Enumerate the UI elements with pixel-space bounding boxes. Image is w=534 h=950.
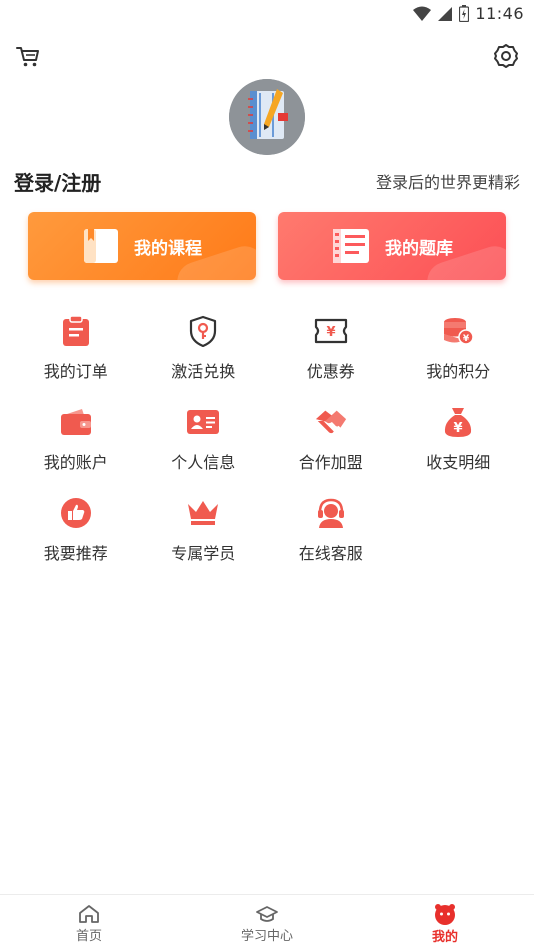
nav-label: 我的 [431,929,458,945]
battery-icon [459,5,470,22]
nav-label: 首页 [75,928,102,944]
clipboard-icon [59,314,93,348]
menu-item-label: 我的账户 [43,453,108,472]
menu-item-label: 合作加盟 [298,453,363,472]
menu-item-partnership[interactable]: 合作加盟 [267,405,395,496]
menu-item-transactions[interactable]: ¥ 收支明细 [395,405,523,496]
menu-grid: 我的订单 激活兑换 ¥ 优惠券 ¥ 我的积分 我的账户 个人信息 合作加盟 ¥ … [12,314,522,587]
status-bar: 11:46 [0,0,534,28]
my-question-bank-label: 我的题库 [385,238,453,259]
my-courses-label: 我的课程 [134,238,202,259]
cell-signal-icon [438,6,453,21]
login-register-link[interactable]: 登录/注册 [14,167,101,196]
menu-item-label: 我的积分 [426,362,491,381]
shield-key-icon [186,314,220,348]
menu-item-exclusive-member[interactable]: 专属学员 [140,496,268,587]
menu-item-label: 收支明细 [426,453,491,472]
menu-item-label: 优惠券 [306,362,355,381]
avatar[interactable] [229,79,305,155]
nav-item-learning-center[interactable]: 学习中心 [178,895,356,950]
cart-button[interactable] [14,42,42,70]
thumbs-up-icon [59,496,93,530]
status-icons: 11:46 [413,4,524,23]
svg-text:¥: ¥ [463,334,470,344]
menu-item-points[interactable]: ¥ 我的积分 [395,314,523,405]
id-card-icon [186,405,220,439]
question-bank-icon [333,229,369,263]
menu-item-label: 我的订单 [43,362,108,381]
mine-face-icon [435,903,455,925]
menu-item-recommend[interactable]: 我要推荐 [12,496,140,587]
menu-item-activate-redeem[interactable]: 激活兑换 [140,314,268,405]
gear-icon [494,44,518,68]
bottom-nav: 首页 学习中心 我的 [0,894,534,950]
svg-text:¥: ¥ [454,421,463,436]
menu-item-label: 在线客服 [298,544,363,563]
menu-item-personal-info[interactable]: 个人信息 [140,405,268,496]
status-time: 11:46 [475,4,524,23]
menu-item-label: 专属学员 [171,544,236,563]
crown-icon [186,496,220,530]
cart-icon [16,47,39,67]
coupon-icon: ¥ [314,314,348,348]
coins-icon: ¥ [441,314,475,348]
nav-item-home[interactable]: 首页 [0,895,178,950]
menu-item-label: 我要推荐 [43,544,108,563]
wallet-icon [59,405,93,439]
menu-item-coupons[interactable]: ¥ 优惠券 [267,314,395,405]
nav-item-mine[interactable]: 我的 [356,895,534,950]
my-question-bank-button[interactable]: 我的题库 [278,212,506,280]
book-icon [84,229,118,263]
login-hint: 登录后的世界更精彩 [375,173,520,192]
login-row: 登录/注册 登录后的世界更精彩 [14,166,520,196]
my-courses-button[interactable]: 我的课程 [28,212,256,280]
handshake-icon [314,405,348,439]
wifi-icon [413,6,432,21]
svg-text:¥: ¥ [326,325,335,340]
home-icon [79,904,99,923]
nav-label: 学习中心 [240,928,293,944]
menu-item-account[interactable]: 我的账户 [12,405,140,496]
settings-button[interactable] [492,42,520,70]
menu-item-label: 个人信息 [171,453,236,472]
money-bag-icon: ¥ [441,405,475,439]
menu-item-customer-service[interactable]: 在线客服 [267,496,395,587]
menu-item-label: 激活兑换 [171,362,236,381]
customer-service-icon [314,496,348,530]
graduation-cap-icon [256,905,278,922]
menu-item-orders[interactable]: 我的订单 [12,314,140,405]
notebook-pencil-icon [229,79,305,155]
